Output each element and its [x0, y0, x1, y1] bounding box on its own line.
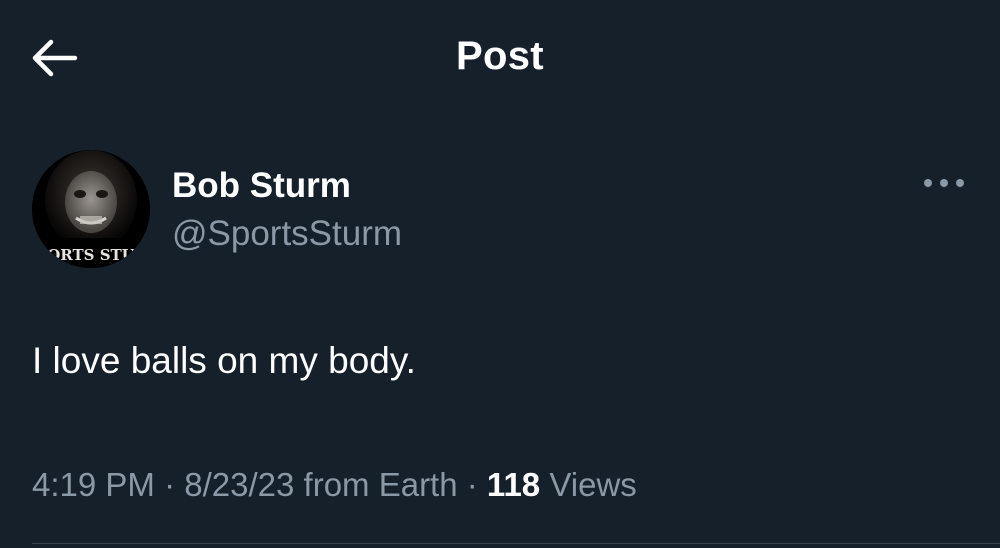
- divider: [32, 543, 1000, 544]
- post-date[interactable]: 8/23/23: [184, 466, 294, 503]
- post-author: ORTS STU Bob Sturm @SportsSturm: [32, 150, 932, 270]
- post-metadata: 4:19 PM · 8/23/23 from Earth · 118 Views: [32, 466, 637, 504]
- more-options-button[interactable]: [918, 168, 970, 202]
- views-count[interactable]: 118: [487, 466, 540, 503]
- top-bar: Post: [0, 0, 1000, 120]
- meta-separator: ·: [164, 466, 176, 503]
- page-title: Post: [456, 34, 544, 78]
- avatar[interactable]: ORTS STU: [32, 150, 150, 268]
- post-source: from Earth: [303, 466, 458, 503]
- more-horizontal-icon: [922, 176, 966, 194]
- meta-separator: ·: [466, 466, 478, 503]
- author-handle[interactable]: @SportsSturm: [172, 214, 402, 254]
- views-label[interactable]: Views: [549, 466, 636, 503]
- post-text: I love balls on my body.: [32, 340, 416, 381]
- author-display-name[interactable]: Bob Sturm: [172, 166, 351, 206]
- avatar-lettering: ORTS STU: [47, 246, 135, 264]
- post-time[interactable]: 4:19 PM: [32, 466, 155, 503]
